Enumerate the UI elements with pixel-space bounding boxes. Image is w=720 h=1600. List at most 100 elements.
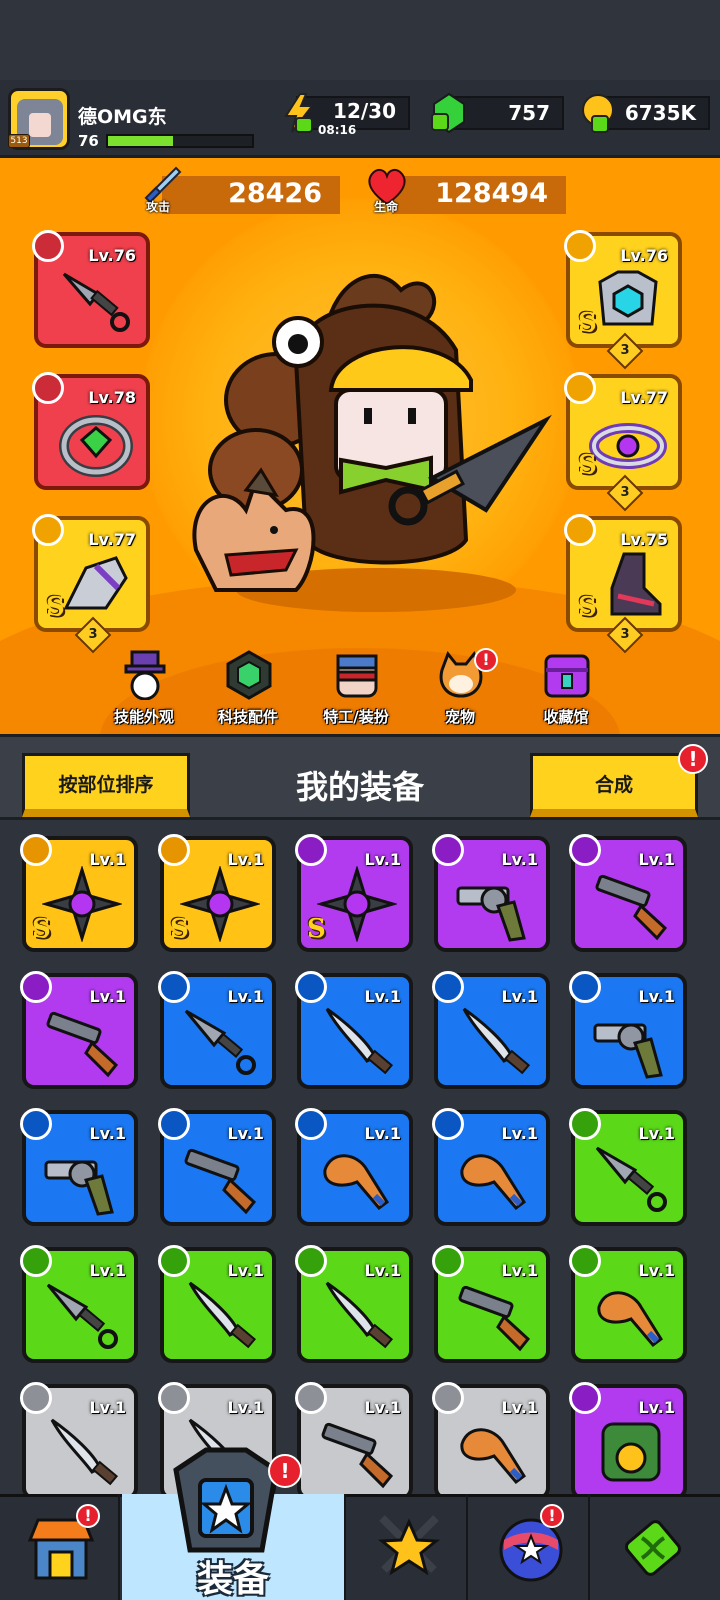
shuriken-icon	[42, 866, 122, 942]
weapon-type-icon	[569, 1108, 601, 1140]
ring-icon	[59, 415, 133, 477]
inventory-item[interactable]: Lv.1	[295, 971, 413, 1089]
inventory-item[interactable]: Lv.1	[158, 1108, 276, 1226]
inventory-item[interactable]: Lv.1	[295, 1245, 413, 1363]
item-level: Lv.1	[364, 1124, 401, 1143]
shotgun-icon	[184, 1148, 257, 1215]
item-level: Lv.1	[89, 1398, 126, 1417]
inventory-item[interactable]: Lv.1	[569, 1108, 687, 1226]
inventory-item[interactable]: Lv.1	[20, 1382, 138, 1494]
gold-counter[interactable]: 6735K	[582, 94, 710, 133]
menu-label: 科技配件	[217, 708, 278, 726]
weapon-type-icon	[158, 971, 190, 1003]
weapon-type-icon	[295, 1108, 327, 1140]
inventory-item[interactable]: Lv.1	[158, 1245, 276, 1363]
attack-label: 攻击	[146, 200, 171, 214]
item-level: Lv.1	[89, 1261, 126, 1280]
weapon-type-icon	[432, 971, 464, 1003]
inventory-item[interactable]: Lv.1 S	[295, 834, 413, 952]
inventory-item[interactable]: Lv.1 S	[158, 834, 276, 952]
equip-slot-boots[interactable]: Lv.75 S 3	[564, 514, 682, 654]
grade-s-badge: S	[46, 592, 65, 622]
hp-label: 生命	[374, 200, 399, 214]
menu-agent[interactable]: 特工/装扮	[306, 650, 406, 730]
machete-icon	[325, 1281, 394, 1349]
gem-plus-icon	[431, 92, 465, 134]
item-level: Lv.1	[638, 987, 675, 1006]
slot-level: Lv.77	[620, 388, 668, 407]
inventory-item[interactable]: Lv.1	[432, 1382, 550, 1494]
nav-equipment[interactable]: ! 装备	[122, 1447, 346, 1600]
machete-icon	[50, 1418, 119, 1486]
equip-slot-weapon[interactable]: Lv.76	[32, 230, 150, 348]
equip-slot-belt[interactable]: Lv.77 S 3	[564, 372, 682, 512]
kunai-icon	[62, 272, 130, 332]
skill-skin-icon	[124, 650, 166, 700]
belt-icon	[589, 423, 667, 469]
weapon-type-icon	[20, 1108, 52, 1140]
item-level: Lv.1	[364, 1398, 401, 1417]
item-level: Lv.1	[364, 850, 401, 869]
equipment-icon	[173, 1447, 279, 1553]
battle-star-icon	[377, 1515, 441, 1576]
weapon-type-icon	[295, 1382, 327, 1414]
inventory-item[interactable]: Lv.1	[295, 1382, 413, 1494]
kunai-icon	[595, 1146, 667, 1212]
merge-button[interactable]: 合成	[530, 753, 698, 817]
slot-level: Lv.78	[88, 388, 136, 407]
nav-events[interactable]: !	[470, 1494, 590, 1600]
grade-s-badge: S	[578, 308, 597, 338]
inventory-item[interactable]: Lv.1	[569, 1245, 687, 1363]
inventory-item[interactable]: Lv.1	[20, 971, 138, 1089]
inventory-item[interactable]: Lv.1	[432, 1108, 550, 1226]
item-level: Lv.1	[89, 1124, 126, 1143]
inventory-item[interactable]: Lv.1	[569, 1382, 687, 1494]
machete-icon	[325, 1007, 394, 1075]
coin-plus-icon	[582, 94, 614, 133]
inventory-item[interactable]: Lv.1	[158, 971, 276, 1089]
slot-level: Lv.75	[620, 530, 668, 549]
equip-slot-glove[interactable]: Lv.77 S 3	[32, 514, 150, 654]
item-level: Lv.1	[638, 1398, 675, 1417]
item-level: Lv.1	[501, 1261, 538, 1280]
inventory-item[interactable]: Lv.1	[569, 834, 687, 952]
weapon-type-icon	[158, 1245, 190, 1277]
xp-bar-fill	[108, 136, 173, 146]
merge-button-label: 合成	[594, 774, 633, 796]
hero-character[interactable]	[186, 240, 566, 620]
belt-type-icon	[564, 372, 596, 404]
nav-battle[interactable]	[348, 1494, 468, 1600]
grade-s-badge: S	[578, 592, 597, 622]
item-level: Lv.1	[501, 987, 538, 1006]
menu-pet[interactable]: ! 宠物	[410, 648, 510, 730]
inventory-item[interactable]: Lv.1	[432, 971, 550, 1089]
inventory-item[interactable]: Lv.1	[295, 1108, 413, 1226]
gem-counter[interactable]: 757	[431, 92, 564, 134]
sort-by-slot-button[interactable]: 按部位排序	[22, 753, 190, 817]
inventory-item[interactable]: Lv.1	[432, 1245, 550, 1363]
menu-skill-skin[interactable]: 技能外观	[94, 650, 194, 730]
inventory-item[interactable]: Lv.1	[432, 834, 550, 952]
inventory-item[interactable]: Lv.1	[20, 1245, 138, 1363]
boots-type-icon	[564, 514, 596, 546]
menu-collection[interactable]: 收藏馆	[516, 650, 616, 730]
inventory-item[interactable]: Lv.1	[569, 971, 687, 1089]
inventory-item[interactable]: Lv.1 S	[20, 834, 138, 952]
item-level: Lv.1	[89, 987, 126, 1006]
hp-stat: 生命 128494	[368, 168, 566, 214]
item-level: Lv.1	[227, 1261, 264, 1280]
inventory-item[interactable]: Lv.1	[20, 1108, 138, 1226]
item-level: Lv.1	[227, 987, 264, 1006]
player-badge: 513	[8, 134, 30, 148]
grade-s-badge: S	[578, 450, 597, 480]
menu-tech-part[interactable]: 科技配件	[198, 650, 298, 730]
weapon-type-icon	[432, 1245, 464, 1277]
attack-stat: 攻击 28426	[144, 166, 340, 214]
slot-level: Lv.76	[88, 246, 136, 265]
equip-slot-armor[interactable]: Lv.76 S 3	[564, 230, 682, 370]
nav-lab[interactable]	[592, 1494, 720, 1600]
item-level: Lv.1	[227, 1398, 264, 1417]
equip-slot-ring[interactable]: Lv.78	[32, 372, 150, 490]
item-level: Lv.1	[501, 850, 538, 869]
nav-shop[interactable]: !	[0, 1494, 120, 1600]
